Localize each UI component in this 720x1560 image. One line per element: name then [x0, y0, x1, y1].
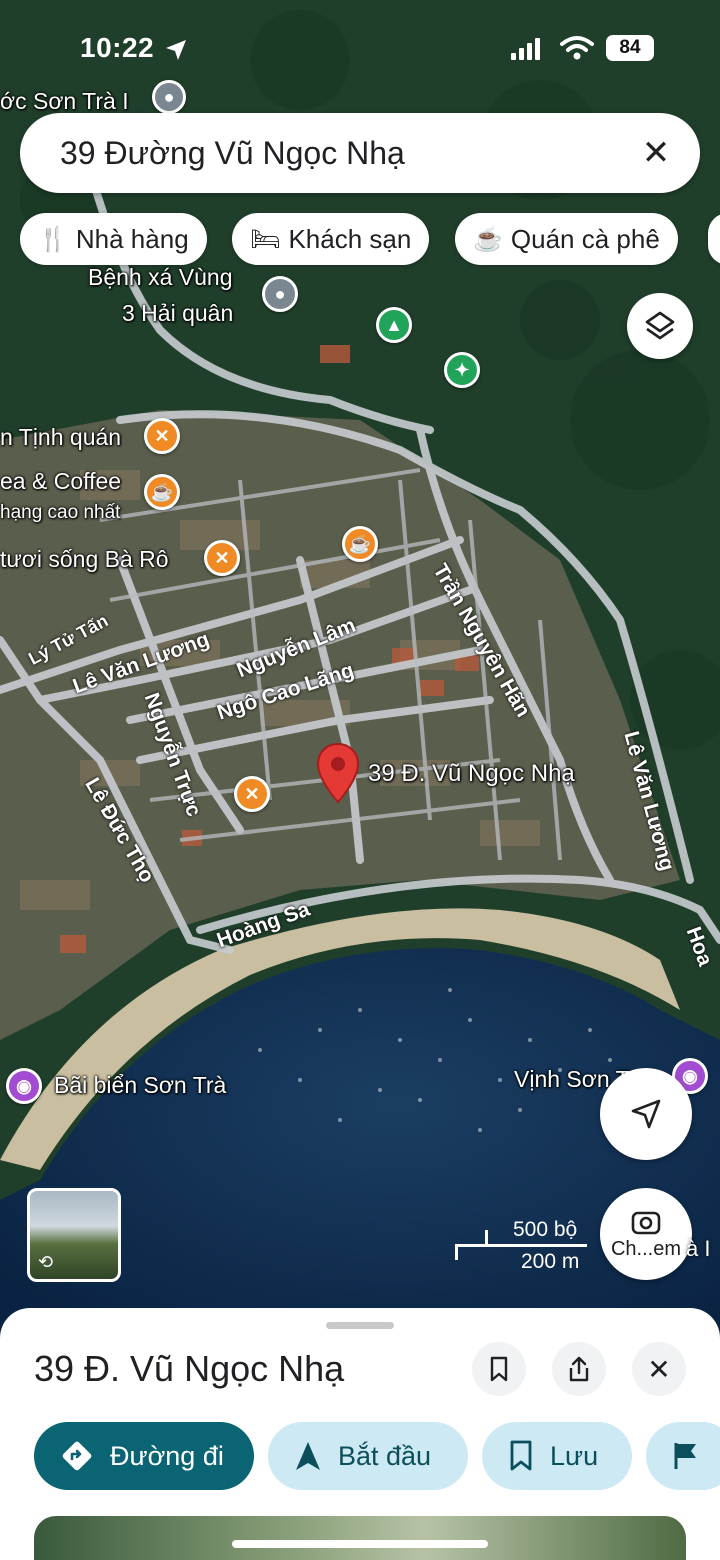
search-bar[interactable]: 39 Đường Vũ Ngọc Nhạ ✕: [20, 113, 700, 193]
scale-imperial: 500 bộ: [513, 1218, 578, 1241]
directions-icon: [62, 1441, 92, 1471]
scale-metric: 200 m: [521, 1250, 580, 1273]
map-label-hospital-line1[interactable]: Bệnh xá Vùng: [88, 264, 233, 291]
cafe-pin-icon[interactable]: ☕: [144, 474, 180, 510]
close-sheet-button[interactable]: ✕: [632, 1342, 686, 1396]
map-label-park[interactable]: ớc Sơn Trà I: [0, 88, 129, 115]
camera-lens-icon: [631, 1211, 661, 1234]
flag-icon: [674, 1443, 696, 1469]
bookmark-icon: [490, 1356, 508, 1382]
bookmark-icon: [510, 1440, 532, 1471]
search-input[interactable]: 39 Đường Vũ Ngọc Nhạ: [60, 135, 405, 172]
rotate-360-icon: ⟲: [38, 1252, 54, 1272]
save-icon-button[interactable]: [472, 1342, 526, 1396]
share-button[interactable]: [552, 1342, 606, 1396]
drag-handle[interactable]: [326, 1322, 394, 1329]
fork-knife-icon: 🍴: [38, 225, 68, 253]
location-arrow-icon: [166, 40, 186, 60]
clock: 10:22: [80, 32, 155, 63]
save-button[interactable]: Lưu: [482, 1422, 632, 1490]
map-label-beach[interactable]: Bãi biển Sơn Trà: [54, 1072, 226, 1099]
save-label: Lưu: [550, 1440, 599, 1471]
campground-pin-icon[interactable]: ▲: [376, 307, 412, 343]
navigation-arrow-icon: [631, 1099, 661, 1129]
camera-label: Ch...em: [610, 1237, 682, 1260]
layers-button[interactable]: [627, 293, 693, 359]
place-title: 39 Đ. Vũ Ngọc Nhạ: [34, 1348, 345, 1389]
chip-hotels[interactable]: 🛏 Khách sạn: [232, 213, 430, 265]
navigation-arrow-icon: [296, 1442, 320, 1470]
bed-icon: 🛏: [250, 225, 281, 253]
destination-pin-icon[interactable]: [316, 742, 360, 804]
hiking-pin-icon[interactable]: ✦: [444, 352, 480, 388]
directions-label: Đường đi: [110, 1440, 224, 1471]
coffee-cup-icon: ☕: [473, 225, 503, 253]
map-label-cafe-1-sub[interactable]: hạng cao nhất: [0, 502, 120, 524]
street-view-thumbnail[interactable]: ⟲: [27, 1188, 121, 1282]
hospital-pin-icon[interactable]: ●: [262, 276, 298, 312]
restaurant-pin-icon[interactable]: ✕: [204, 540, 240, 576]
destination-label[interactable]: 39 Đ. Vũ Ngọc Nhạ: [368, 760, 575, 788]
chip-label: Quán cà phê: [510, 223, 660, 254]
wifi-icon: [560, 36, 594, 60]
chip-label: Nhà hàng: [75, 223, 189, 254]
scale-bar-tick: [455, 1244, 458, 1260]
place-pin-icon[interactable]: ●: [152, 80, 186, 114]
camera-place-pin-icon[interactable]: ◉: [6, 1068, 42, 1104]
chip-cafes[interactable]: ☕ Quán cà phê: [455, 213, 678, 265]
place-photo[interactable]: [34, 1516, 686, 1560]
start-button[interactable]: Bắt đầu: [268, 1422, 468, 1490]
scale-bar: 500 bộ 200 m: [455, 1216, 595, 1276]
close-icon: ✕: [647, 1353, 671, 1385]
chip-restaurants[interactable]: 🍴 Nhà hàng: [20, 213, 207, 265]
status-bar: 10:22 84: [0, 28, 720, 72]
battery-indicator: 84: [606, 35, 654, 61]
map-label-hospital-line2[interactable]: 3 Hải quân: [122, 300, 233, 327]
home-indicator[interactable]: [232, 1540, 488, 1548]
place-bottom-sheet[interactable]: 39 Đ. Vũ Ngọc Nhạ ✕ Đường đi Bắt đầu Lưu: [0, 1308, 720, 1560]
navigate-button[interactable]: [600, 1068, 692, 1160]
close-icon[interactable]: ✕: [634, 131, 678, 175]
scale-bar-tick: [485, 1230, 488, 1246]
start-label: Bắt đầu: [338, 1440, 432, 1471]
directions-button[interactable]: Đường đi: [34, 1422, 254, 1490]
signal-icon: [511, 38, 540, 60]
scale-bar-line: [455, 1244, 587, 1247]
restaurant-pin-icon[interactable]: ✕: [144, 418, 180, 454]
camera-search-button[interactable]: Ch...em: [600, 1188, 692, 1280]
more-action-button[interactable]: [646, 1422, 720, 1490]
chip-label: Khách sạn: [288, 223, 412, 254]
share-icon: [569, 1356, 589, 1382]
cafe-pin-icon[interactable]: ☕: [342, 526, 378, 562]
map-label-cut: à I: [686, 1236, 711, 1261]
layers-icon: [645, 311, 675, 340]
map-label-cafe-1[interactable]: ea & Coffee: [0, 468, 121, 495]
map-label-restaurant-1[interactable]: n Tịnh quán: [0, 424, 121, 451]
map-label-restaurant-2[interactable]: tươi sống Bà Rô: [0, 546, 169, 573]
restaurant-pin-icon[interactable]: ✕: [234, 776, 270, 812]
